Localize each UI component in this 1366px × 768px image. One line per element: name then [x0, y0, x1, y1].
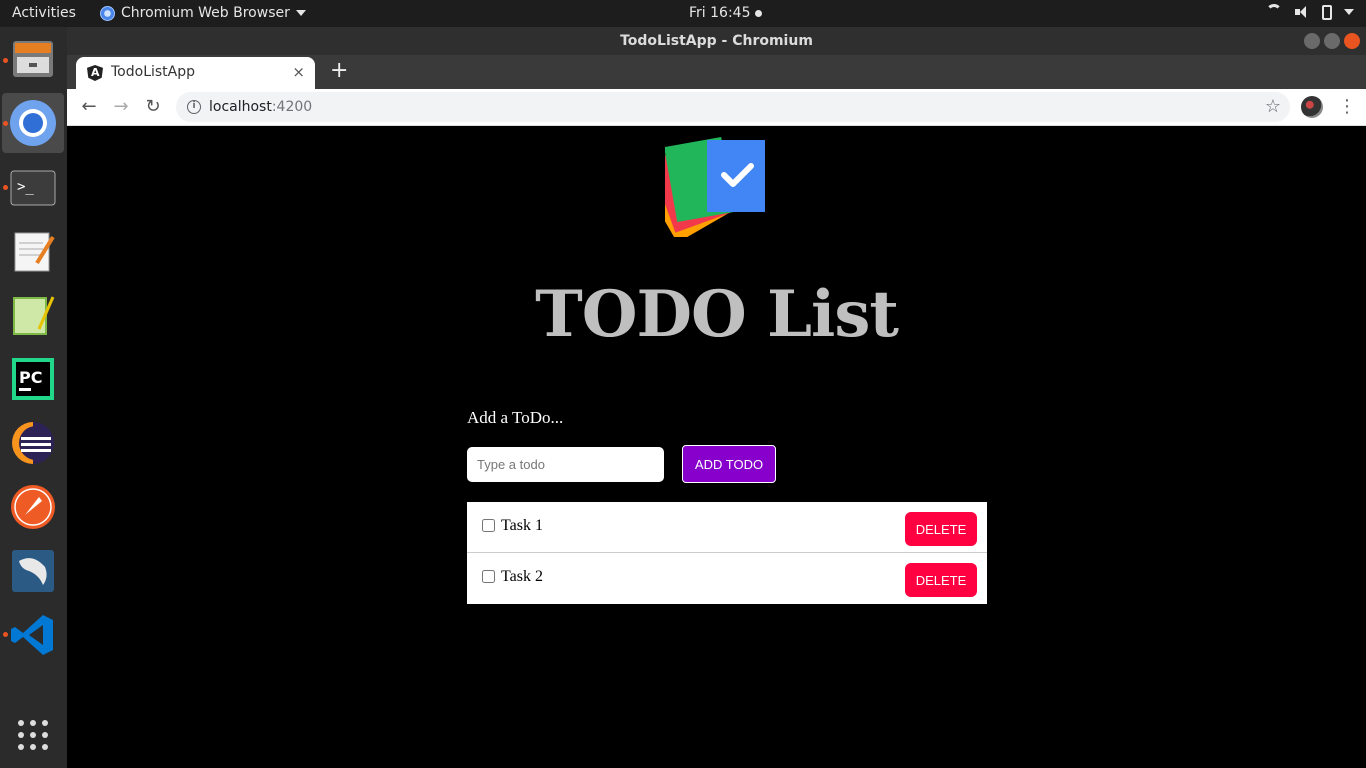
- tab-close-icon[interactable]: ×: [292, 63, 305, 81]
- address-bar[interactable]: i localhost:4200 ☆: [176, 92, 1290, 122]
- todo-text: Task 2: [501, 568, 543, 585]
- window-title-bar[interactable]: TodoListApp - Chromium: [67, 27, 1366, 55]
- app-menu-label: Chromium Web Browser: [121, 5, 290, 21]
- forward-arrow-icon[interactable]: →: [110, 96, 132, 118]
- todo-item: Task 1 DELETE: [467, 502, 987, 553]
- show-applications-icon[interactable]: [9, 711, 57, 759]
- close-icon[interactable]: [1344, 33, 1360, 49]
- text-editor-icon[interactable]: [9, 227, 57, 275]
- system-top-bar: Activities Chromium Web Browser Fri 16:4…: [0, 0, 1366, 27]
- new-tab-button[interactable]: +: [330, 60, 348, 82]
- tab-title: TodoListApp: [111, 64, 196, 80]
- maximize-icon[interactable]: [1324, 33, 1340, 49]
- site-info-icon[interactable]: i: [187, 100, 201, 114]
- delete-button[interactable]: DELETE: [905, 563, 977, 597]
- profile-avatar[interactable]: [1301, 96, 1323, 118]
- pycharm-icon[interactable]: PC: [9, 355, 57, 403]
- todo-list: Task 1 DELETE Task 2 DELETE: [467, 502, 987, 604]
- system-tray[interactable]: [1266, 4, 1354, 20]
- wifi-icon: [1266, 4, 1282, 20]
- volume-icon: [1294, 4, 1310, 20]
- url-port: :4200: [271, 99, 313, 115]
- page-viewport: TODO List Add a ToDo... ADD TODO Task 1 …: [67, 127, 1366, 768]
- url-text: localhost:4200: [209, 99, 312, 115]
- add-todo-button[interactable]: ADD TODO: [682, 445, 776, 483]
- postman-icon[interactable]: [9, 483, 57, 531]
- todo-text: Task 1: [501, 517, 543, 534]
- chromium-dock-icon[interactable]: [2, 93, 64, 153]
- chevron-down-icon: [295, 10, 306, 16]
- window-controls: [1304, 33, 1360, 49]
- chevron-down-icon: [1344, 9, 1354, 15]
- activities-button[interactable]: Activities: [12, 5, 76, 21]
- window-title: TodoListApp - Chromium: [620, 33, 813, 49]
- dock: >_ PC: [0, 27, 67, 768]
- reload-icon[interactable]: ↻: [142, 96, 164, 118]
- svg-text:PC: PC: [19, 368, 42, 387]
- delete-button[interactable]: DELETE: [905, 512, 977, 546]
- minimize-icon[interactable]: [1304, 33, 1320, 49]
- browser-toolbar: ← → ↻ i localhost:4200 ☆ ⋮: [67, 89, 1366, 126]
- svg-text:>_: >_: [17, 179, 34, 195]
- chromium-icon: [100, 5, 115, 21]
- tab-strip: TodoListApp × +: [67, 55, 1366, 89]
- todo-input[interactable]: [467, 447, 664, 482]
- clock-label: Fri 16:45: [689, 5, 751, 21]
- battery-icon: [1322, 4, 1332, 20]
- running-indicator: [3, 58, 8, 63]
- todo-item: Task 2 DELETE: [467, 553, 987, 604]
- tab-todolistapp[interactable]: TodoListApp ×: [76, 57, 315, 89]
- notification-dot-icon: [755, 9, 763, 17]
- running-indicator: [3, 121, 8, 126]
- running-indicator: [3, 185, 8, 190]
- todo-logo: [665, 137, 765, 237]
- page-title: TODO List: [535, 277, 899, 352]
- angular-favicon-icon: [87, 65, 103, 81]
- eclipse-icon[interactable]: [9, 419, 57, 467]
- app-menu[interactable]: Chromium Web Browser: [100, 5, 306, 21]
- url-host: localhost: [209, 99, 272, 115]
- terminal-icon[interactable]: >_: [9, 163, 57, 211]
- todo-checkbox[interactable]: [482, 519, 495, 532]
- file-manager-icon[interactable]: [9, 35, 57, 83]
- add-todo-label: Add a ToDo...: [467, 408, 564, 427]
- back-arrow-icon[interactable]: ←: [78, 96, 100, 118]
- bookmark-star-icon[interactable]: ☆: [1265, 96, 1281, 117]
- kebab-menu-icon[interactable]: ⋮: [1338, 96, 1356, 118]
- todo-checkbox[interactable]: [482, 570, 495, 583]
- clock[interactable]: Fri 16:45: [689, 5, 763, 21]
- vscode-icon[interactable]: [9, 611, 57, 659]
- notepad-icon[interactable]: [9, 291, 57, 339]
- running-indicator: [3, 632, 8, 637]
- mysql-workbench-icon[interactable]: [9, 547, 57, 595]
